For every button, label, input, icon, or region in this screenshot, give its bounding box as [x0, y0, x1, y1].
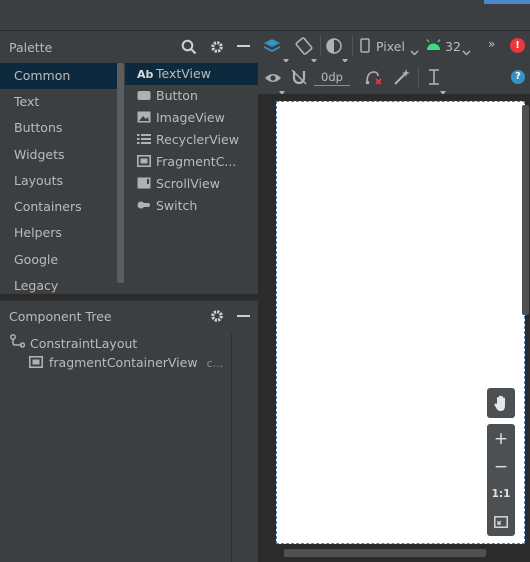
- palette-item-label: TextView: [156, 66, 211, 81]
- tree-node-label: fragmentContainerView: [49, 355, 198, 370]
- night-mode-icon[interactable]: [325, 37, 343, 55]
- infer-constraints-icon[interactable]: [393, 68, 411, 86]
- palette-item-label: Button: [156, 88, 198, 103]
- search-icon[interactable]: [180, 38, 198, 56]
- category-widgets[interactable]: Widgets: [0, 142, 117, 168]
- canvas-horizontal-scrollbar[interactable]: [284, 549, 486, 557]
- category-layouts[interactable]: Layouts: [0, 168, 117, 194]
- minimize-icon[interactable]: [237, 315, 250, 317]
- recyclerview-icon: [137, 130, 152, 152]
- gear-icon[interactable]: [208, 307, 226, 325]
- phone-icon: [360, 38, 370, 56]
- palette-item-imageview[interactable]: ImageView: [125, 107, 258, 129]
- api-level-selector[interactable]: 32: [445, 39, 461, 54]
- imageview-icon: [137, 108, 152, 130]
- chevron-down-icon: [410, 44, 419, 59]
- overflow-chevron-icon[interactable]: »: [488, 37, 495, 51]
- palette-item-fragmentcontainerview[interactable]: FragmentC...: [125, 151, 258, 173]
- category-text[interactable]: Text: [0, 89, 117, 115]
- palette-item-textview[interactable]: Ab TextView: [125, 63, 258, 85]
- button-icon: [137, 86, 152, 108]
- category-buttons[interactable]: Buttons: [0, 115, 117, 141]
- zoom-in-button[interactable]: +: [487, 425, 515, 453]
- palette-title: Palette: [9, 40, 53, 55]
- window-top-strip: [0, 0, 530, 31]
- chevron-down-icon: [462, 44, 471, 59]
- category-helpers[interactable]: Helpers: [0, 220, 117, 246]
- component-tree-title: Component Tree: [9, 309, 112, 324]
- switch-icon: [137, 196, 152, 218]
- gear-icon[interactable]: [208, 38, 226, 56]
- canvas-vertical-scrollbar[interactable]: [522, 105, 529, 315]
- tree-node-label: ConstraintLayout: [30, 336, 138, 351]
- hand-icon: [487, 388, 515, 418]
- categories-scrollbar[interactable]: [117, 63, 124, 283]
- layers-icon[interactable]: [262, 37, 284, 57]
- category-containers[interactable]: Containers: [0, 194, 117, 220]
- zoom-to-fit-icon[interactable]: [487, 508, 515, 536]
- textview-icon: Ab: [137, 67, 154, 81]
- palette-item-label: RecyclerView: [156, 132, 239, 147]
- palette-item-label: ImageView: [156, 110, 225, 125]
- palette-item-recyclerview[interactable]: RecyclerView: [125, 129, 258, 151]
- actual-size-button[interactable]: 1:1: [487, 480, 515, 508]
- fragment-container-icon: [29, 354, 45, 374]
- help-icon[interactable]: ?: [511, 70, 525, 84]
- palette-item-label: FragmentC...: [156, 154, 237, 169]
- palette-item-switch[interactable]: Switch: [125, 195, 258, 217]
- category-common[interactable]: Common: [0, 63, 117, 89]
- active-tab-indicator: [484, 0, 530, 4]
- palette-item-label: Switch: [156, 198, 198, 213]
- scrollview-icon: [137, 174, 152, 196]
- category-google[interactable]: Google: [0, 247, 117, 273]
- default-margin-field[interactable]: 0dp: [314, 69, 350, 86]
- error-icon[interactable]: !: [510, 38, 525, 53]
- tree-node-class-hint: c...: [206, 357, 224, 370]
- device-selector[interactable]: Pixel: [376, 39, 405, 54]
- palette-item-scrollview[interactable]: ScrollView: [125, 173, 258, 195]
- tree-attributes-column: [231, 333, 259, 562]
- toolbar-divider: [352, 36, 353, 56]
- tree-node-constraintlayout[interactable]: ConstraintLayout: [10, 334, 137, 354]
- magnet-off-icon[interactable]: [290, 68, 308, 86]
- toolbar-divider: [320, 36, 321, 56]
- category-legacy[interactable]: Legacy: [0, 273, 117, 293]
- fragment-icon: [137, 152, 152, 174]
- android-icon: [426, 39, 441, 54]
- constraint-layout-icon: [10, 334, 26, 355]
- tree-node-fragmentcontainerview[interactable]: fragmentContainerView c...: [29, 353, 223, 373]
- clear-constraints-icon[interactable]: [365, 68, 383, 86]
- palette-item-button[interactable]: Button: [125, 85, 258, 107]
- toolbar-divider: [418, 68, 419, 88]
- minimize-icon[interactable]: [237, 45, 250, 47]
- palette-item-label: ScrollView: [156, 176, 220, 191]
- zoom-out-button[interactable]: −: [487, 453, 515, 481]
